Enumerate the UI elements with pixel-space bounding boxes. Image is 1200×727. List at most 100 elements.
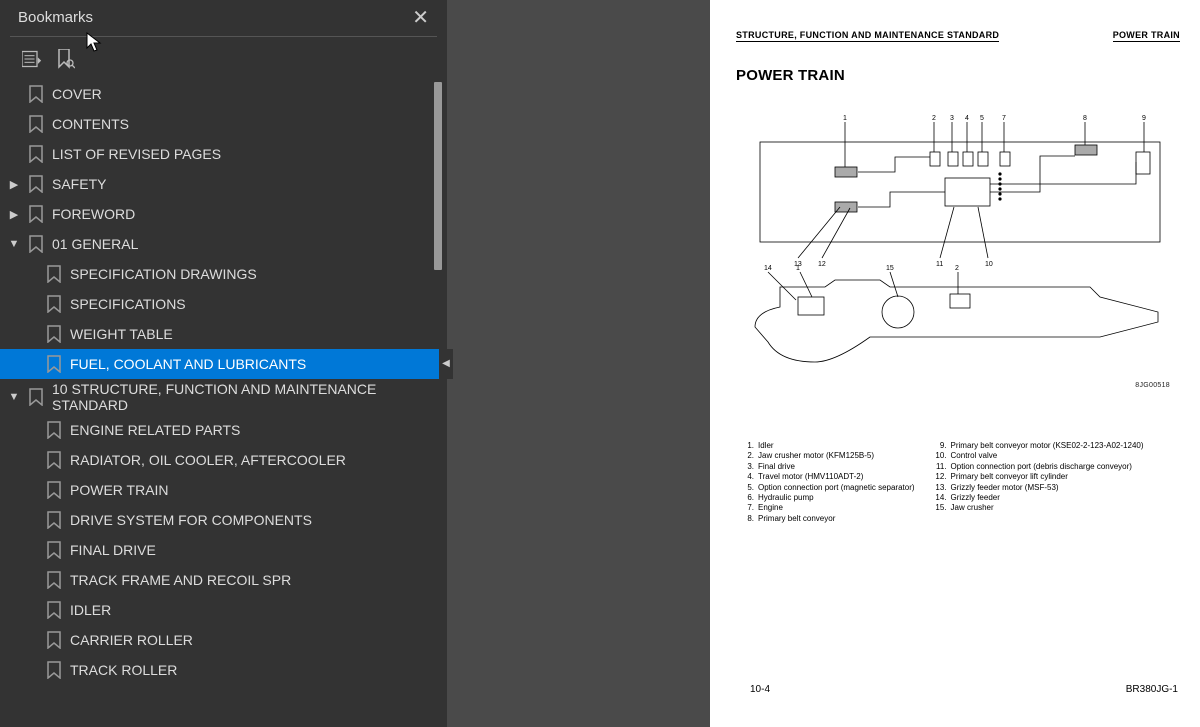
bookmark-icon (46, 601, 62, 619)
bookmark-label: COVER (52, 86, 447, 102)
chevron-down-icon[interactable]: ▼ (0, 391, 28, 403)
close-icon[interactable]: ✕ (406, 5, 435, 30)
legend-text: Control valve (951, 451, 998, 461)
legend-text: Engine (758, 503, 783, 513)
legend: 1.Idler2.Jaw crusher motor (KFM125B-5)3.… (740, 441, 1170, 524)
bookmark-item[interactable]: ▶DRIVE SYSTEM FOR COMPONENTS (0, 505, 447, 535)
bookmark-icon (46, 421, 62, 439)
bookmark-item[interactable]: ▶ FOREWORD (0, 199, 447, 229)
bookmark-label: FOREWORD (52, 206, 447, 222)
bookmark-label: RADIATOR, OIL COOLER, AFTERCOOLER (70, 452, 447, 468)
legend-num: 13. (933, 483, 947, 493)
bookmark-icon (46, 451, 62, 469)
legend-num: 4. (740, 472, 754, 482)
legend-row: 4. Travel motor (HMV110ADT-2) (740, 472, 915, 482)
legend-text: Grizzly feeder (951, 493, 1000, 503)
svg-text:1: 1 (843, 115, 847, 122)
svg-text:10: 10 (985, 261, 993, 268)
svg-text:12: 12 (818, 261, 826, 268)
legend-text: Option connection port (magnetic separat… (758, 483, 915, 493)
bookmark-item[interactable]: ▶POWER TRAIN (0, 475, 447, 505)
page-number: 10-4 (750, 684, 770, 695)
legend-text: Travel motor (HMV110ADT-2) (758, 472, 863, 482)
bookmark-label: SAFETY (52, 176, 447, 192)
bookmark-item[interactable]: ▶ SAFETY (0, 169, 447, 199)
chevron-right-icon[interactable]: ▶ (0, 178, 28, 191)
bookmark-label: 01 GENERAL (52, 236, 447, 252)
bookmark-icon (46, 481, 62, 499)
bookmark-item[interactable]: ▶SPECIFICATION DRAWINGS (0, 259, 447, 289)
find-bookmark-icon[interactable] (56, 49, 76, 69)
legend-col-right: 9.Primary belt conveyor motor (KSE02-2-1… (933, 441, 1144, 524)
bookmark-item[interactable]: ▶SPECIFICATIONS (0, 289, 447, 319)
bookmark-icon (28, 205, 44, 223)
legend-row: 9.Primary belt conveyor motor (KSE02-2-1… (933, 441, 1144, 451)
legend-num: 2. (740, 451, 754, 461)
options-icon[interactable] (22, 49, 42, 69)
page-header-left: STRUCTURE, FUNCTION AND MAINTENANCE STAN… (736, 30, 999, 42)
model-id: BR380JG-1 (1126, 684, 1178, 695)
svg-text:4: 4 (965, 115, 969, 122)
legend-text: Jaw crusher (951, 503, 994, 513)
bookmark-item[interactable]: ▶CARRIER ROLLER (0, 625, 447, 655)
bookmark-label: FINAL DRIVE (70, 542, 447, 558)
bookmark-icon (28, 175, 44, 193)
scrollbar-thumb[interactable] (434, 82, 442, 270)
bookmark-icon (28, 115, 44, 133)
svg-text:1: 1 (796, 265, 800, 272)
scrollbar[interactable] (434, 82, 442, 702)
svg-text:8: 8 (1083, 115, 1087, 122)
bookmark-item[interactable]: ▼ 01 GENERAL (0, 229, 447, 259)
legend-row: 14. Grizzly feeder (933, 493, 1144, 503)
chevron-right-icon[interactable]: ▶ (0, 208, 28, 221)
bookmark-label: CARRIER ROLLER (70, 632, 447, 648)
bookmark-item[interactable]: ▶LIST OF REVISED PAGES (0, 139, 447, 169)
legend-num: 1. (740, 441, 754, 451)
bookmark-item[interactable]: ▶IDLER (0, 595, 447, 625)
bookmark-item[interactable]: ▶RADIATOR, OIL COOLER, AFTERCOOLER (0, 445, 447, 475)
legend-row: 2. Jaw crusher motor (KFM125B-5) (740, 451, 915, 461)
legend-row: 7. Engine (740, 503, 915, 513)
legend-num: 7. (740, 503, 754, 513)
bookmark-label: DRIVE SYSTEM FOR COMPONENTS (70, 512, 447, 528)
svg-text:2: 2 (932, 115, 936, 122)
bookmark-item[interactable]: ▶CONTENTS (0, 109, 447, 139)
bookmark-label: POWER TRAIN (70, 482, 447, 498)
svg-text:15: 15 (886, 265, 894, 272)
bookmark-item[interactable]: ▶FUEL, COOLANT AND LUBRICANTS (0, 349, 447, 379)
bookmark-icon (28, 85, 44, 103)
collapse-sidebar-icon[interactable]: ◀ (439, 349, 453, 379)
bookmark-item[interactable]: ▶TRACK FRAME AND RECOIL SPR (0, 565, 447, 595)
legend-num: 14. (933, 493, 947, 503)
svg-text:2: 2 (955, 265, 959, 272)
legend-num: 9. (933, 441, 947, 451)
sidebar-tools (0, 37, 447, 79)
bookmark-item[interactable]: ▶FINAL DRIVE (0, 535, 447, 565)
bookmark-label: CONTENTS (52, 116, 447, 132)
legend-text: Option connection port (debris discharge… (951, 462, 1132, 472)
bookmark-item[interactable]: ▶WEIGHT TABLE (0, 319, 447, 349)
bookmark-tree[interactable]: ▶COVER▶CONTENTS▶LIST OF REVISED PAGES▶SA… (0, 79, 447, 727)
bookmark-label: ENGINE RELATED PARTS (70, 422, 447, 438)
legend-row: 3.Final drive (740, 462, 915, 472)
legend-row: 13. Grizzly feeder motor (MSF-53) (933, 483, 1144, 493)
bookmark-label: TRACK FRAME AND RECOIL SPR (70, 572, 447, 588)
legend-row: 8.Primary belt conveyor (740, 514, 915, 524)
chevron-down-icon[interactable]: ▼ (0, 238, 28, 250)
legend-row: 12.Primary belt conveyor lift cylinder (933, 472, 1144, 482)
legend-num: 10. (933, 451, 947, 461)
bookmark-label: WEIGHT TABLE (70, 326, 447, 342)
svg-text:3: 3 (950, 115, 954, 122)
bookmark-item[interactable]: ▶TRACK ROLLER (0, 655, 447, 685)
bookmark-label: FUEL, COOLANT AND LUBRICANTS (70, 356, 447, 372)
legend-num: 11. (933, 462, 947, 472)
legend-text: Jaw crusher motor (KFM125B-5) (758, 451, 874, 461)
bookmark-item[interactable]: ▶COVER (0, 79, 447, 109)
bookmark-label: LIST OF REVISED PAGES (52, 146, 447, 162)
bookmark-item[interactable]: ▶ENGINE RELATED PARTS (0, 415, 447, 445)
bookmark-icon (46, 541, 62, 559)
bookmark-icon (46, 661, 62, 679)
legend-text: Grizzly feeder motor (MSF-53) (951, 483, 1059, 493)
legend-text: Primary belt conveyor lift cylinder (951, 472, 1068, 482)
bookmark-item[interactable]: ▼10 STRUCTURE, FUNCTION AND MAINTENANCE … (0, 379, 447, 415)
